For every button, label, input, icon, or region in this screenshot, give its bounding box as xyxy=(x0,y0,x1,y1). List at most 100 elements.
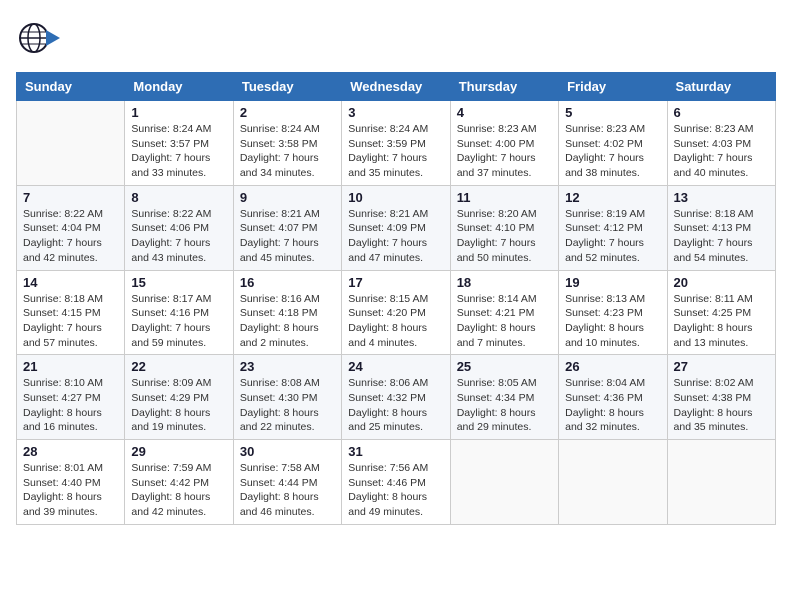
day-info: Sunrise: 8:18 AMSunset: 4:15 PMDaylight:… xyxy=(23,292,118,351)
calendar-cell: 28Sunrise: 8:01 AMSunset: 4:40 PMDayligh… xyxy=(17,440,125,525)
calendar-cell: 5 Sunrise: 8:23 AMSunset: 4:02 PMDaylight… xyxy=(559,101,667,186)
day-number: 13 xyxy=(674,190,769,205)
calendar-cell: 9Sunrise: 8:21 AMSunset: 4:07 PMDaylight… xyxy=(233,185,341,270)
day-number: 27 xyxy=(674,359,769,374)
day-number: 5 xyxy=(565,105,660,120)
calendar-cell: 7Sunrise: 8:22 AMSunset: 4:04 PMDaylight… xyxy=(17,185,125,270)
calendar-cell: 31Sunrise: 7:56 AMSunset: 4:46 PMDayligh… xyxy=(342,440,450,525)
day-number: 21 xyxy=(23,359,118,374)
calendar-week-row: 1 Sunrise: 8:24 AMSunset: 3:57 PMDaylight… xyxy=(17,101,776,186)
calendar-cell: 26 Sunrise: 8:04 AMSunset: 4:36 PMDayligh… xyxy=(559,355,667,440)
calendar-cell: 19Sunrise: 8:13 AMSunset: 4:23 PMDayligh… xyxy=(559,270,667,355)
day-number: 9 xyxy=(240,190,335,205)
calendar-cell: 18 Sunrise: 8:14 AMSunset: 4:21 PMDayligh… xyxy=(450,270,558,355)
calendar-cell xyxy=(559,440,667,525)
calendar-cell: 11 Sunrise: 8:20 AMSunset: 4:10 PMDayligh… xyxy=(450,185,558,270)
day-number: 20 xyxy=(674,275,769,290)
day-info: Sunrise: 7:58 AMSunset: 4:44 PMDaylight:… xyxy=(240,461,335,520)
day-number: 26 xyxy=(565,359,660,374)
calendar-cell: 14 Sunrise: 8:18 AMSunset: 4:15 PMDayligh… xyxy=(17,270,125,355)
calendar-week-row: 21 Sunrise: 8:10 AMSunset: 4:27 PMDayligh… xyxy=(17,355,776,440)
calendar-cell xyxy=(450,440,558,525)
day-info: Sunrise: 8:24 AMSunset: 3:57 PMDaylight:… xyxy=(131,122,226,181)
day-header-thursday: Thursday xyxy=(450,73,558,101)
calendar-cell: 24 Sunrise: 8:06 AMSunset: 4:32 PMDayligh… xyxy=(342,355,450,440)
day-info: Sunrise: 7:59 AMSunset: 4:42 PMDaylight:… xyxy=(131,461,226,520)
calendar-cell: 6 Sunrise: 8:23 AMSunset: 4:03 PMDaylight… xyxy=(667,101,775,186)
day-info: Sunrise: 8:11 AMSunset: 4:25 PMDaylight:… xyxy=(674,292,769,351)
day-info: Sunrise: 8:10 AMSunset: 4:27 PMDaylight:… xyxy=(23,376,118,435)
logo xyxy=(16,16,64,60)
page-header xyxy=(16,16,776,60)
day-number: 22 xyxy=(131,359,226,374)
day-info: Sunrise: 8:23 AMSunset: 4:03 PMDaylight:… xyxy=(674,122,769,181)
day-number: 17 xyxy=(348,275,443,290)
day-number: 7 xyxy=(23,190,118,205)
calendar-cell: 22 Sunrise: 8:09 AMSunset: 4:29 PMDayligh… xyxy=(125,355,233,440)
calendar-cell: 16 Sunrise: 8:16 AMSunset: 4:18 PMDayligh… xyxy=(233,270,341,355)
calendar-cell: 17 Sunrise: 8:15 AMSunset: 4:20 PMDayligh… xyxy=(342,270,450,355)
day-info: Sunrise: 8:04 AMSunset: 4:36 PMDaylight:… xyxy=(565,376,660,435)
calendar-cell: 23 Sunrise: 8:08 AMSunset: 4:30 PMDayligh… xyxy=(233,355,341,440)
day-header-sunday: Sunday xyxy=(17,73,125,101)
day-info: Sunrise: 8:20 AMSunset: 4:10 PMDaylight:… xyxy=(457,207,552,266)
calendar-cell: 15 Sunrise: 8:17 AMSunset: 4:16 PMDayligh… xyxy=(125,270,233,355)
day-info: Sunrise: 8:17 AMSunset: 4:16 PMDaylight:… xyxy=(131,292,226,351)
day-number: 14 xyxy=(23,275,118,290)
day-number: 10 xyxy=(348,190,443,205)
day-number: 30 xyxy=(240,444,335,459)
calendar-cell: 29 Sunrise: 7:59 AMSunset: 4:42 PMDayligh… xyxy=(125,440,233,525)
day-number: 3 xyxy=(348,105,443,120)
day-info: Sunrise: 8:19 AMSunset: 4:12 PMDaylight:… xyxy=(565,207,660,266)
day-info: Sunrise: 8:09 AMSunset: 4:29 PMDaylight:… xyxy=(131,376,226,435)
day-info: Sunrise: 8:05 AMSunset: 4:34 PMDaylight:… xyxy=(457,376,552,435)
day-number: 28 xyxy=(23,444,118,459)
day-header-monday: Monday xyxy=(125,73,233,101)
calendar-cell: 12 Sunrise: 8:19 AMSunset: 4:12 PMDayligh… xyxy=(559,185,667,270)
day-info: Sunrise: 8:08 AMSunset: 4:30 PMDaylight:… xyxy=(240,376,335,435)
day-number: 12 xyxy=(565,190,660,205)
day-info: Sunrise: 8:15 AMSunset: 4:20 PMDaylight:… xyxy=(348,292,443,351)
day-number: 24 xyxy=(348,359,443,374)
day-info: Sunrise: 8:24 AMSunset: 3:58 PMDaylight:… xyxy=(240,122,335,181)
day-number: 8 xyxy=(131,190,226,205)
day-info: Sunrise: 8:18 AMSunset: 4:13 PMDaylight:… xyxy=(674,207,769,266)
day-number: 15 xyxy=(131,275,226,290)
calendar-table: SundayMondayTuesdayWednesdayThursdayFrid… xyxy=(16,72,776,525)
day-info: Sunrise: 8:02 AMSunset: 4:38 PMDaylight:… xyxy=(674,376,769,435)
day-number: 18 xyxy=(457,275,552,290)
day-header-tuesday: Tuesday xyxy=(233,73,341,101)
days-header-row: SundayMondayTuesdayWednesdayThursdayFrid… xyxy=(17,73,776,101)
calendar-cell: 27 Sunrise: 8:02 AMSunset: 4:38 PMDayligh… xyxy=(667,355,775,440)
calendar-cell: 1 Sunrise: 8:24 AMSunset: 3:57 PMDaylight… xyxy=(125,101,233,186)
calendar-cell: 21 Sunrise: 8:10 AMSunset: 4:27 PMDayligh… xyxy=(17,355,125,440)
day-header-friday: Friday xyxy=(559,73,667,101)
day-info: Sunrise: 8:13 AMSunset: 4:23 PMDaylight:… xyxy=(565,292,660,351)
day-info: Sunrise: 8:21 AMSunset: 4:09 PMDaylight:… xyxy=(348,207,443,266)
day-number: 29 xyxy=(131,444,226,459)
day-info: Sunrise: 8:14 AMSunset: 4:21 PMDaylight:… xyxy=(457,292,552,351)
calendar-cell xyxy=(667,440,775,525)
calendar-cell: 30 Sunrise: 7:58 AMSunset: 4:44 PMDayligh… xyxy=(233,440,341,525)
day-number: 4 xyxy=(457,105,552,120)
calendar-cell: 3Sunrise: 8:24 AMSunset: 3:59 PMDaylight… xyxy=(342,101,450,186)
day-number: 16 xyxy=(240,275,335,290)
day-info: Sunrise: 8:22 AMSunset: 4:06 PMDaylight:… xyxy=(131,207,226,266)
calendar-week-row: 14 Sunrise: 8:18 AMSunset: 4:15 PMDayligh… xyxy=(17,270,776,355)
day-info: Sunrise: 8:16 AMSunset: 4:18 PMDaylight:… xyxy=(240,292,335,351)
day-number: 11 xyxy=(457,190,552,205)
calendar-week-row: 28Sunrise: 8:01 AMSunset: 4:40 PMDayligh… xyxy=(17,440,776,525)
day-info: Sunrise: 8:06 AMSunset: 4:32 PMDaylight:… xyxy=(348,376,443,435)
calendar-cell: 2Sunrise: 8:24 AMSunset: 3:58 PMDaylight… xyxy=(233,101,341,186)
calendar-cell: 8 Sunrise: 8:22 AMSunset: 4:06 PMDaylight… xyxy=(125,185,233,270)
day-number: 1 xyxy=(131,105,226,120)
day-info: Sunrise: 8:23 AMSunset: 4:00 PMDaylight:… xyxy=(457,122,552,181)
calendar-cell: 25Sunrise: 8:05 AMSunset: 4:34 PMDayligh… xyxy=(450,355,558,440)
day-number: 31 xyxy=(348,444,443,459)
day-number: 6 xyxy=(674,105,769,120)
day-number: 23 xyxy=(240,359,335,374)
day-header-saturday: Saturday xyxy=(667,73,775,101)
day-info: Sunrise: 8:23 AMSunset: 4:02 PMDaylight:… xyxy=(565,122,660,181)
calendar-week-row: 7Sunrise: 8:22 AMSunset: 4:04 PMDaylight… xyxy=(17,185,776,270)
logo-icon xyxy=(16,16,60,60)
